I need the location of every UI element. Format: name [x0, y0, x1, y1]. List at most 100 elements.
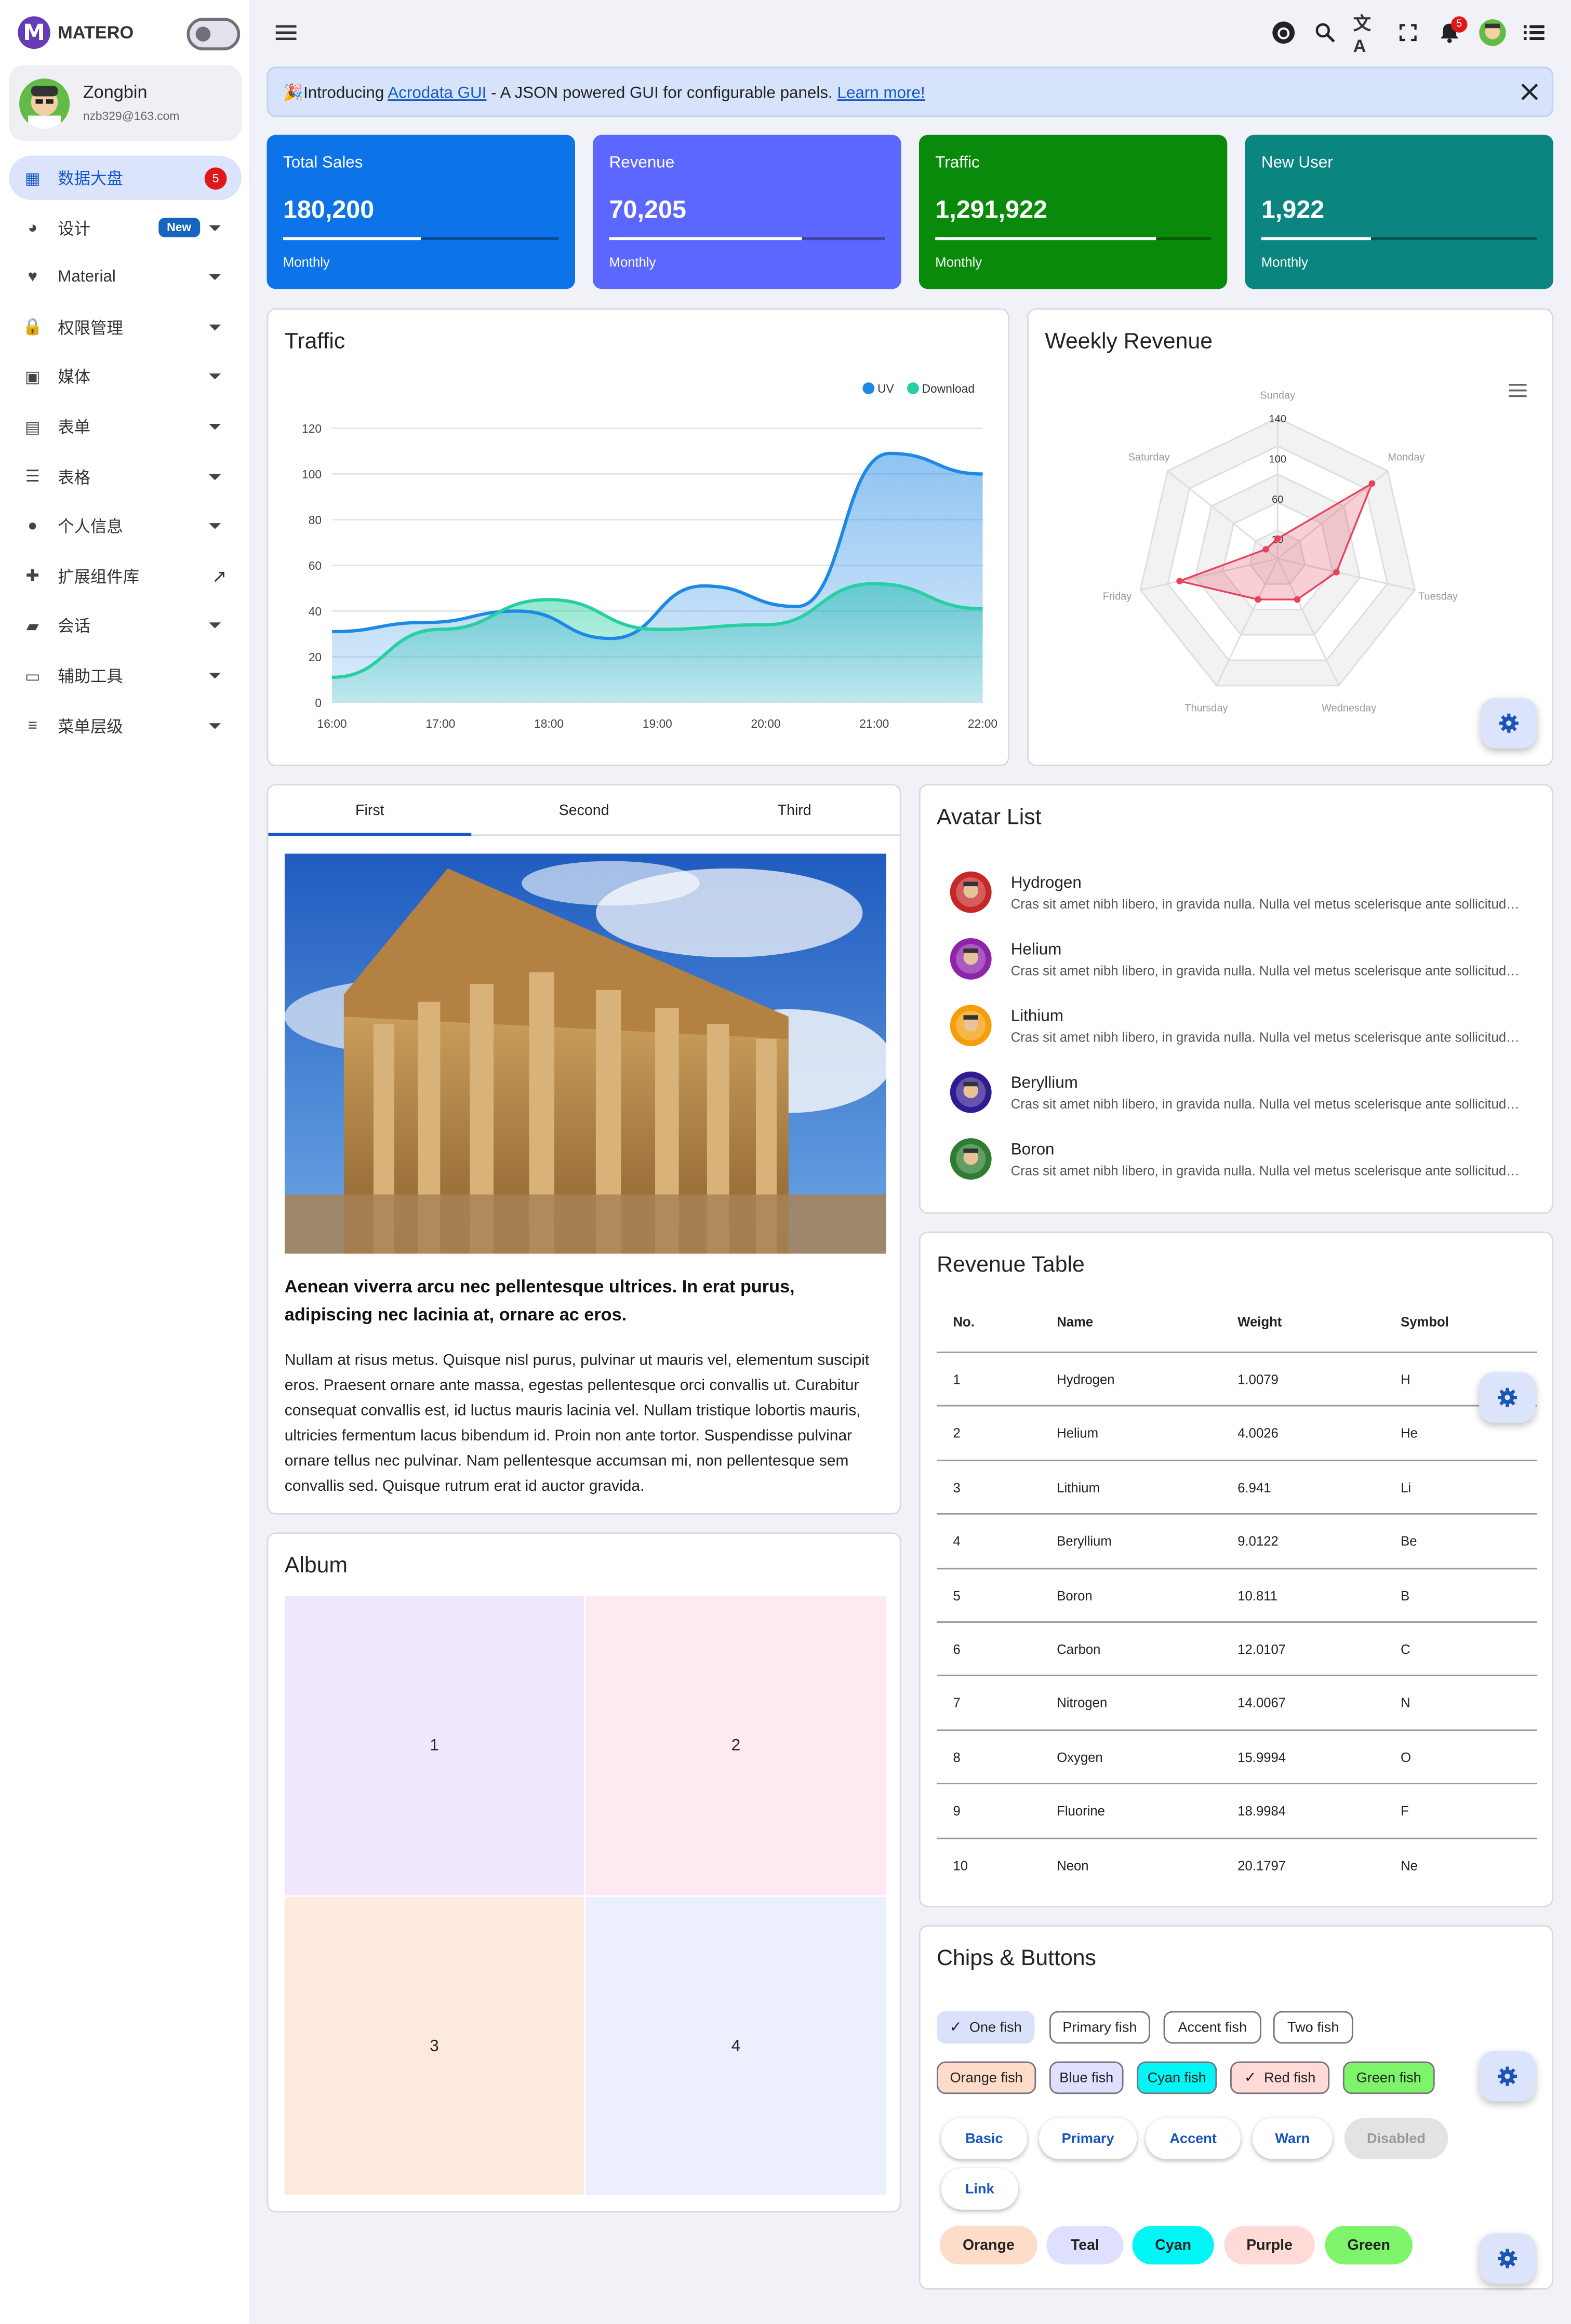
col-header-name[interactable]: Name: [1057, 1315, 1093, 1330]
col-header-no[interactable]: No.: [953, 1315, 974, 1330]
sidebar-item-label: Material: [58, 268, 116, 287]
matero-logo[interactable]: M: [18, 16, 51, 49]
tab-second[interactable]: Second: [479, 785, 689, 836]
chip[interactable]: Orange fish: [937, 2061, 1036, 2094]
sidebar-item-2[interactable]: ♥ Material: [9, 255, 242, 300]
acrodata-link[interactable]: Acrodata GUI: [388, 85, 486, 102]
tab-third[interactable]: Third: [689, 785, 900, 836]
avatar: [950, 938, 992, 980]
settings-fab[interactable]: [1479, 2233, 1536, 2284]
table-row[interactable]: 5 Boron 10.811 B: [937, 1567, 1537, 1621]
chip[interactable]: Two fish: [1273, 2011, 1353, 2044]
table-cell: Beryllium: [1057, 1534, 1112, 1549]
chip[interactable]: Cyan fish: [1137, 2061, 1217, 2094]
purple-pill-button[interactable]: Purple: [1224, 2226, 1315, 2265]
list-item[interactable]: Hydrogen Cras sit amet nibh libero, in gr…: [950, 871, 1528, 937]
radar-axis-label: Friday: [1103, 591, 1131, 603]
warn-button[interactable]: Warn: [1252, 2117, 1333, 2159]
list-item-desc: Cras sit amet nibh libero, in gravida nu…: [1010, 1163, 1522, 1179]
table-cell: H: [1401, 1372, 1410, 1387]
table-row[interactable]: 3 Lithium 6.941 Li: [937, 1459, 1537, 1513]
menu-icon[interactable]: [273, 19, 299, 46]
table-cell: 6: [953, 1642, 961, 1657]
settings-list-icon[interactable]: [1521, 19, 1547, 46]
notification-badge: 5: [1451, 16, 1468, 33]
sidebar-item-1[interactable]: ◕ 设计 New: [9, 205, 242, 250]
list-item[interactable]: Boron Cras sit amet nibh libero, in gravi…: [950, 1138, 1528, 1204]
green-pill-button[interactable]: Green: [1325, 2226, 1413, 2265]
y-tick-label: 120: [302, 422, 322, 435]
user-avatar: [19, 78, 70, 129]
settings-fab[interactable]: [1481, 698, 1537, 749]
table-cell: 1.0079: [1237, 1372, 1279, 1387]
basic-button[interactable]: Basic: [941, 2117, 1028, 2159]
sidebar: M MATERO Zongbin nzb329@163.com ▦ 数据大盘 5 ◕ 设…: [0, 0, 249, 2324]
chips-title: Chips & Buttons: [937, 1945, 1096, 1971]
table-row[interactable]: 8 Oxygen 15.9994 O: [937, 1729, 1537, 1783]
col-header-symbol[interactable]: Symbol: [1401, 1315, 1449, 1330]
sidebar-item-3[interactable]: 🔒 权限管理: [9, 305, 242, 350]
primary-button[interactable]: Primary: [1039, 2117, 1137, 2159]
sidebar-item-8[interactable]: ✚ 扩展组件库 ↗: [9, 554, 242, 598]
album-tile-2[interactable]: 2: [585, 1596, 887, 1895]
table-cell: Be: [1401, 1534, 1417, 1549]
radar-axis-label: Monday: [1388, 452, 1424, 463]
orange-pill-button[interactable]: Orange: [939, 2226, 1038, 2265]
chip[interactable]: Primary fish: [1049, 2011, 1150, 2044]
user-email: nzb329@163.com: [83, 110, 180, 123]
sidebar-badge: 5: [204, 166, 227, 189]
close-icon[interactable]: [1521, 83, 1538, 105]
sidebar-item-6[interactable]: ☰ 表格: [9, 455, 242, 499]
list-item[interactable]: Beryllium Cras sit amet nibh libero, in g…: [950, 1071, 1528, 1137]
user-panel[interactable]: Zongbin nzb329@163.com: [9, 65, 242, 141]
album-tile-3[interactable]: 3: [284, 1896, 584, 2195]
table-row[interactable]: 7 Nitrogen 14.0067 N: [937, 1675, 1537, 1729]
table-row[interactable]: 9 Fluorine 18.9984 F: [937, 1783, 1537, 1837]
tabs-card: First Second Third Aenean viverra arcu n…: [267, 784, 901, 1515]
github-icon[interactable]: [1270, 19, 1297, 46]
parthenon-image: [284, 853, 887, 1254]
sidebar-item-label: 辅助工具: [58, 668, 123, 686]
teal-pill-button[interactable]: Teal: [1046, 2226, 1124, 2265]
table-row[interactable]: 1 Hydrogen 1.0079 H: [937, 1351, 1537, 1405]
table-cell: B: [1401, 1588, 1410, 1603]
translate-icon[interactable]: 文A: [1353, 12, 1380, 56]
settings-fab[interactable]: [1479, 2051, 1536, 2102]
x-tick-label: 22:00: [968, 717, 997, 730]
accent-button[interactable]: Accent: [1146, 2117, 1241, 2159]
sidebar-item-5[interactable]: ▤ 表单: [9, 405, 242, 449]
chip[interactable]: Blue fish: [1049, 2061, 1124, 2094]
sidebar-item-0[interactable]: ▦ 数据大盘 5: [9, 155, 242, 201]
sidebar-item-9[interactable]: ▰ 会话: [9, 604, 242, 648]
list-item-desc: Cras sit amet nibh libero, in gravida nu…: [1010, 1097, 1522, 1112]
album-tile-4[interactable]: 4: [585, 1896, 887, 2195]
table-row[interactable]: 2 Helium 4.0026 He: [937, 1405, 1537, 1459]
list-item[interactable]: Helium Cras sit amet nibh libero, in grav…: [950, 938, 1528, 1004]
tab-first[interactable]: First: [268, 785, 471, 836]
search-icon[interactable]: [1312, 19, 1338, 46]
topbar-avatar[interactable]: [1479, 19, 1506, 46]
link-button[interactable]: Link: [941, 2168, 1019, 2210]
theme-toggle[interactable]: [187, 18, 241, 51]
table-cell: Li: [1401, 1480, 1412, 1495]
chip[interactable]: Accent fish: [1163, 2011, 1261, 2044]
col-header-weight[interactable]: Weight: [1237, 1315, 1282, 1330]
chip[interactable]: ✓ Red fish: [1230, 2061, 1330, 2094]
sidebar-item-10[interactable]: ▭ 辅助工具: [9, 653, 242, 698]
sidebar-item-11[interactable]: ≡ 菜单层级: [9, 703, 242, 748]
fullscreen-icon[interactable]: [1395, 19, 1421, 46]
table-row[interactable]: 4 Beryllium 9.0122 Be: [937, 1513, 1537, 1567]
table-row[interactable]: 6 Carbon 12.0107 C: [937, 1621, 1537, 1675]
table-row[interactable]: 10 Neon 20.1797 Ne: [937, 1837, 1537, 1891]
cyan-pill-button[interactable]: Cyan: [1132, 2226, 1214, 2265]
new-chip: New: [157, 218, 201, 237]
learn-more-link[interactable]: Learn more!: [837, 85, 925, 102]
settings-fab[interactable]: [1479, 1372, 1536, 1423]
sidebar-item-7[interactable]: ● 个人信息: [9, 504, 242, 549]
list-item[interactable]: Lithium Cras sit amet nibh libero, in gra…: [950, 1005, 1528, 1070]
chip[interactable]: Green fish: [1342, 2061, 1435, 2094]
album-tile-1[interactable]: 1: [284, 1596, 584, 1895]
sidebar-item-4[interactable]: ▣ 媒体: [9, 355, 242, 399]
chip[interactable]: ✓ One fish: [937, 2011, 1035, 2044]
sidebar-item-label: 菜单层级: [58, 718, 123, 736]
